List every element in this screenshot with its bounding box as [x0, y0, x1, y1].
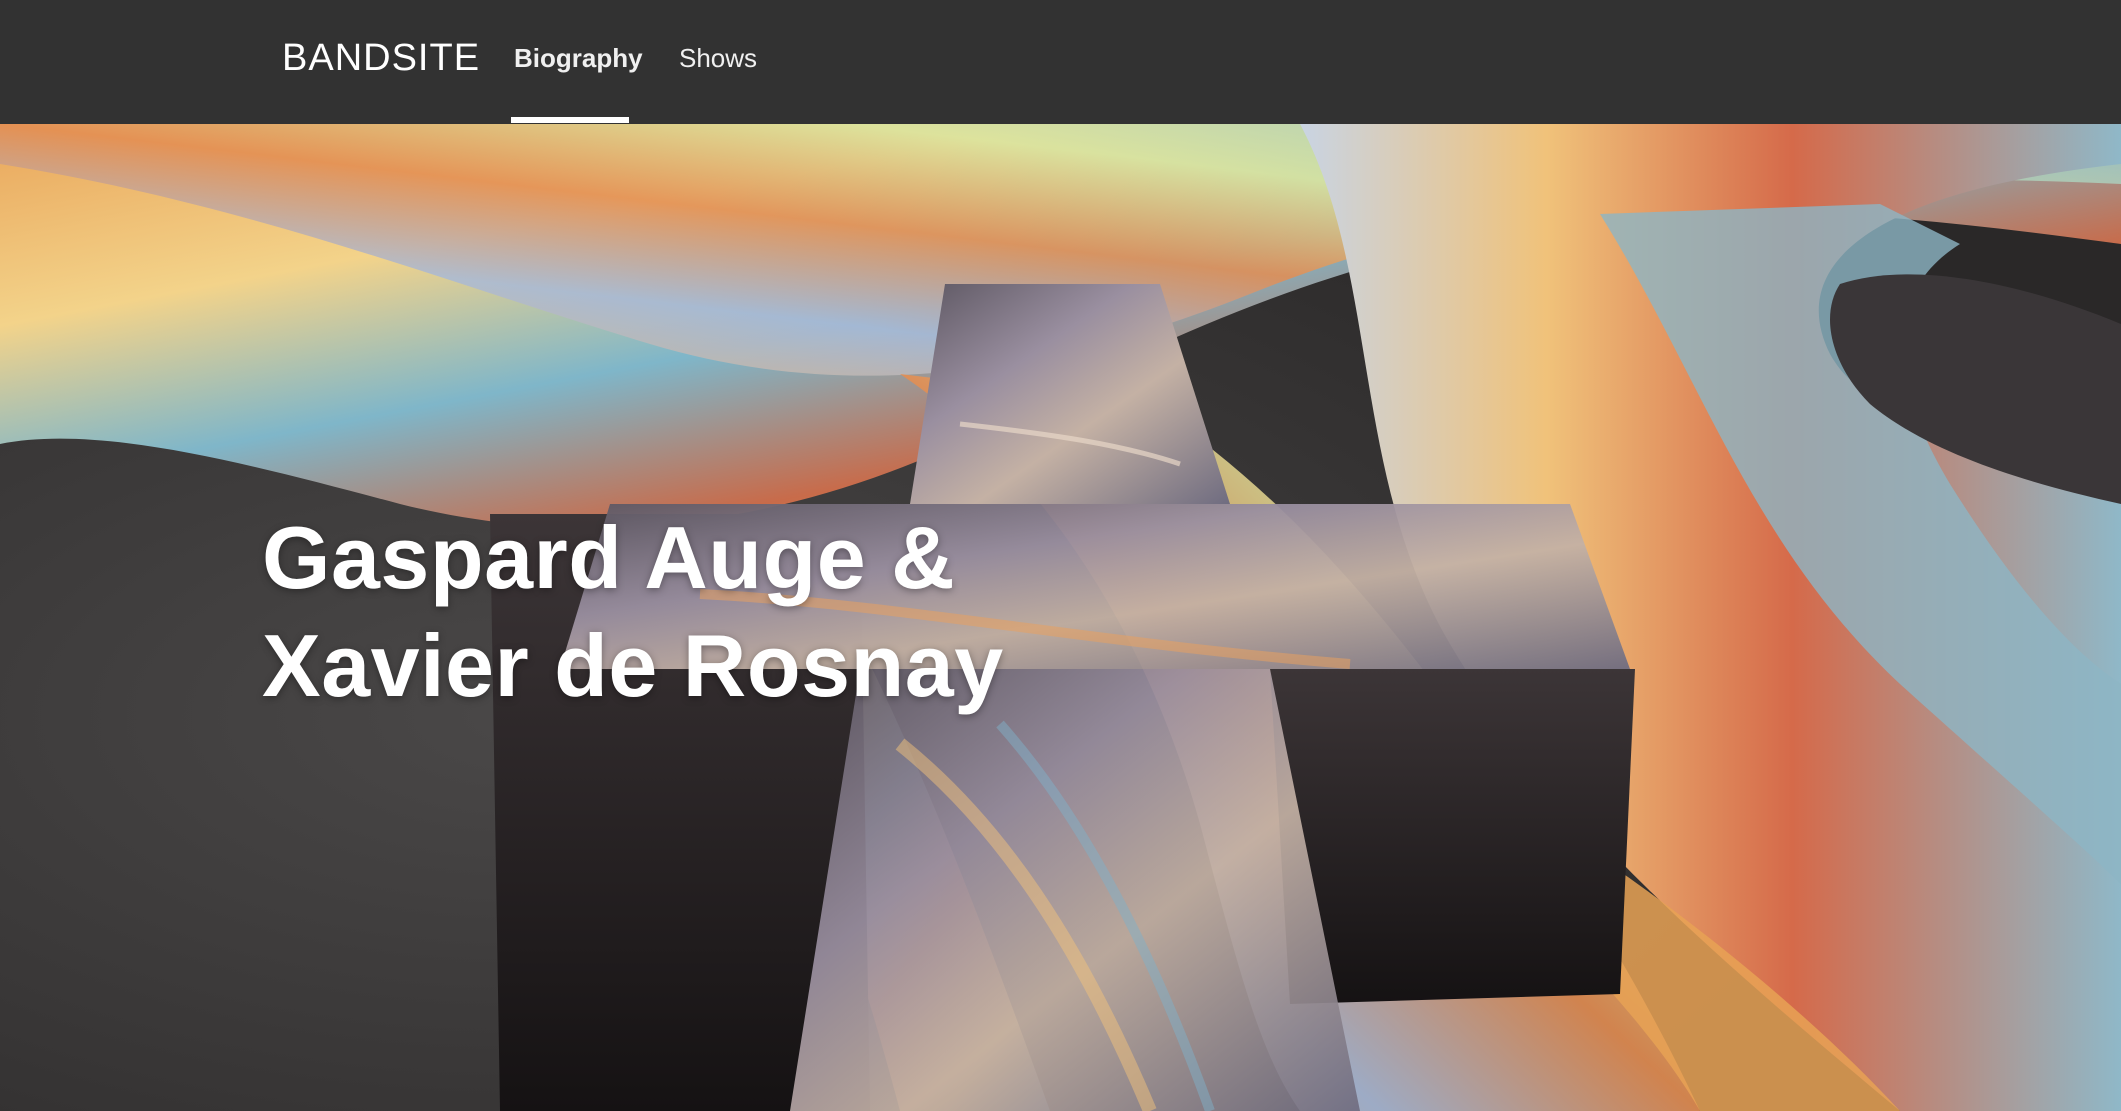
- hero-title-line-1: Gaspard Auge &: [262, 508, 956, 607]
- hero-title: Gaspard Auge & Xavier de Rosnay: [262, 504, 1004, 720]
- hero-banner: Gaspard Auge & Xavier de Rosnay: [0, 124, 2121, 1111]
- site-header: BANDSITE Biography Shows: [0, 0, 2121, 124]
- hero-title-line-2: Xavier de Rosnay: [262, 616, 1004, 715]
- nav-biography[interactable]: Biography: [514, 40, 643, 76]
- nav-shows[interactable]: Shows: [679, 40, 757, 76]
- active-nav-indicator: [511, 117, 629, 123]
- site-logo[interactable]: BANDSITE: [282, 36, 480, 80]
